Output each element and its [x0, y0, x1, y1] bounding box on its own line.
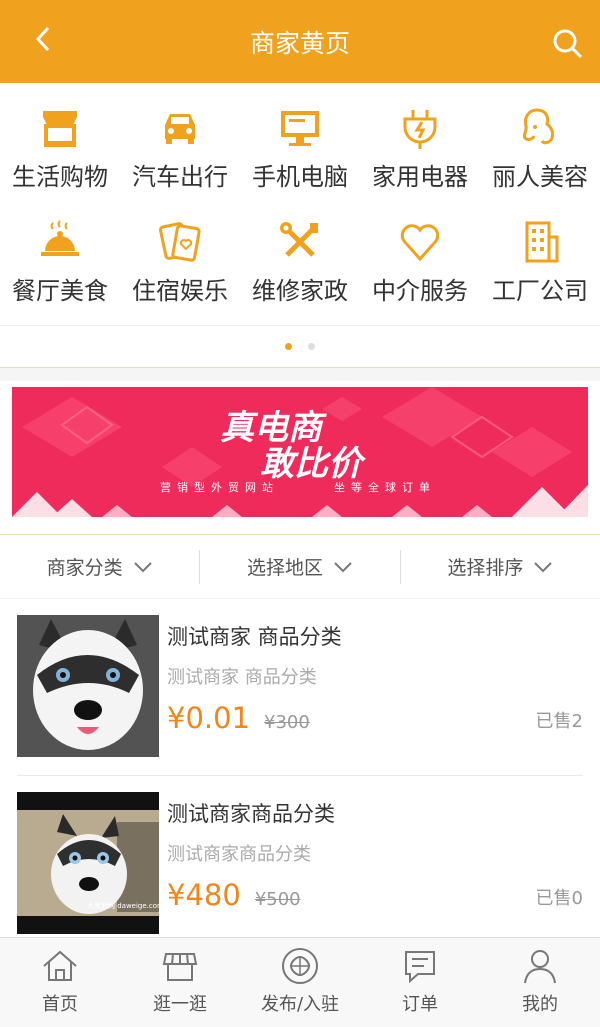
plug-icon: [403, 110, 437, 149]
product-thumbnail: 大黑鹅网 daweige.com: [17, 792, 159, 934]
promo-banner[interactable]: 真电商 敢比价 营销型外贸网站 坐等全球订单: [12, 387, 588, 517]
store-icon: [162, 953, 198, 981]
category-appliance[interactable]: 家用电器: [360, 97, 480, 211]
banner-sub-left: 营销型外贸网站: [160, 480, 279, 494]
category-hotel[interactable]: 住宿娱乐: [120, 211, 240, 325]
product-original-price: ¥300: [264, 712, 310, 733]
car-icon: [165, 114, 195, 144]
product-name: 测试商家商品分类: [167, 802, 335, 826]
product-name: 测试商家 商品分类: [167, 625, 342, 649]
banner-line2: 敢比价: [260, 444, 367, 484]
product-thumbnail: [17, 615, 159, 757]
section-divider: [0, 517, 600, 535]
page-title: 商家黄页: [249, 29, 350, 58]
category-grid: 生活购物 汽车出行 手机电脑 家用电器 丽人美容 餐厅美食 住宿娱乐 维修家政 …: [0, 97, 600, 325]
product-price: ¥480: [167, 878, 241, 912]
bottom-tab-bar: 首页 逛一逛 发布/入驻 订单 我的: [0, 937, 600, 1027]
list-item[interactable]: 测试商家 商品分类 测试商家 商品分类 ¥0.01 ¥300 已售2: [17, 599, 583, 776]
section-divider: [0, 367, 600, 381]
chevron-down-icon: [133, 561, 152, 572]
tab-home[interactable]: 首页: [0, 938, 120, 1027]
search-icon[interactable]: [550, 26, 586, 62]
filter-sort[interactable]: 选择排序: [401, 550, 600, 584]
monitor-icon: [281, 111, 319, 146]
banner-line1: 真电商: [220, 408, 327, 448]
merchant-list: 测试商家 商品分类 测试商家 商品分类 ¥0.01 ¥300 已售2 大黑鹅网 …: [0, 599, 600, 953]
category-shopping[interactable]: 生活购物: [0, 97, 120, 211]
product-original-price: ¥500: [254, 889, 301, 910]
user-icon: [524, 950, 556, 984]
category-restaurant[interactable]: 餐厅美食: [0, 211, 120, 325]
app-header: 商家黄页: [0, 0, 600, 83]
cloche-icon: [41, 220, 79, 256]
chevron-down-icon: [334, 561, 352, 572]
category-computer[interactable]: 手机电脑: [240, 97, 360, 211]
message-icon: [405, 951, 435, 984]
category-car[interactable]: 汽车出行: [120, 97, 240, 211]
tab-publish[interactable]: 发布/入驻: [240, 938, 360, 1027]
filter-category[interactable]: 商家分类: [0, 549, 201, 584]
page-indicator: [0, 325, 600, 367]
list-item[interactable]: 大黑鹅网 daweige.com 测试商家商品分类 测试商家商品分类 ¥480 …: [17, 776, 583, 953]
sold-count: 已售0: [535, 888, 583, 909]
sold-count: 已售2: [535, 711, 583, 732]
heart-icon: [400, 224, 440, 262]
home-icon: [43, 950, 77, 981]
product-subtitle: 测试商家商品分类: [167, 844, 311, 865]
image-watermark: 大黑鹅网 daweige.com: [87, 901, 159, 910]
chevron-down-icon: [534, 561, 553, 572]
tab-browse[interactable]: 逛一逛: [120, 938, 240, 1027]
category-factory[interactable]: 工厂公司: [480, 211, 600, 325]
category-beauty[interactable]: 丽人美容: [480, 97, 600, 211]
page-dot[interactable]: [308, 343, 315, 350]
tools-icon: [280, 222, 318, 257]
woman-icon: [522, 108, 555, 145]
cards-icon: [158, 222, 201, 262]
product-subtitle: 测试商家 商品分类: [167, 667, 317, 688]
filter-region[interactable]: 选择地区: [200, 549, 401, 584]
banner-sub-right: 坐等全球订单: [334, 480, 436, 494]
page-dot-active[interactable]: [285, 343, 292, 350]
publish-icon: [282, 948, 318, 984]
building-icon: [525, 221, 559, 263]
product-price: ¥0.01: [167, 701, 251, 735]
tab-orders[interactable]: 订单: [360, 938, 480, 1027]
shop-icon: [43, 111, 77, 147]
category-agency[interactable]: 中介服务: [360, 211, 480, 325]
filter-bar: 商家分类 选择地区 选择排序: [0, 535, 600, 599]
category-repair[interactable]: 维修家政: [240, 211, 360, 325]
tab-profile[interactable]: 我的: [480, 938, 600, 1027]
